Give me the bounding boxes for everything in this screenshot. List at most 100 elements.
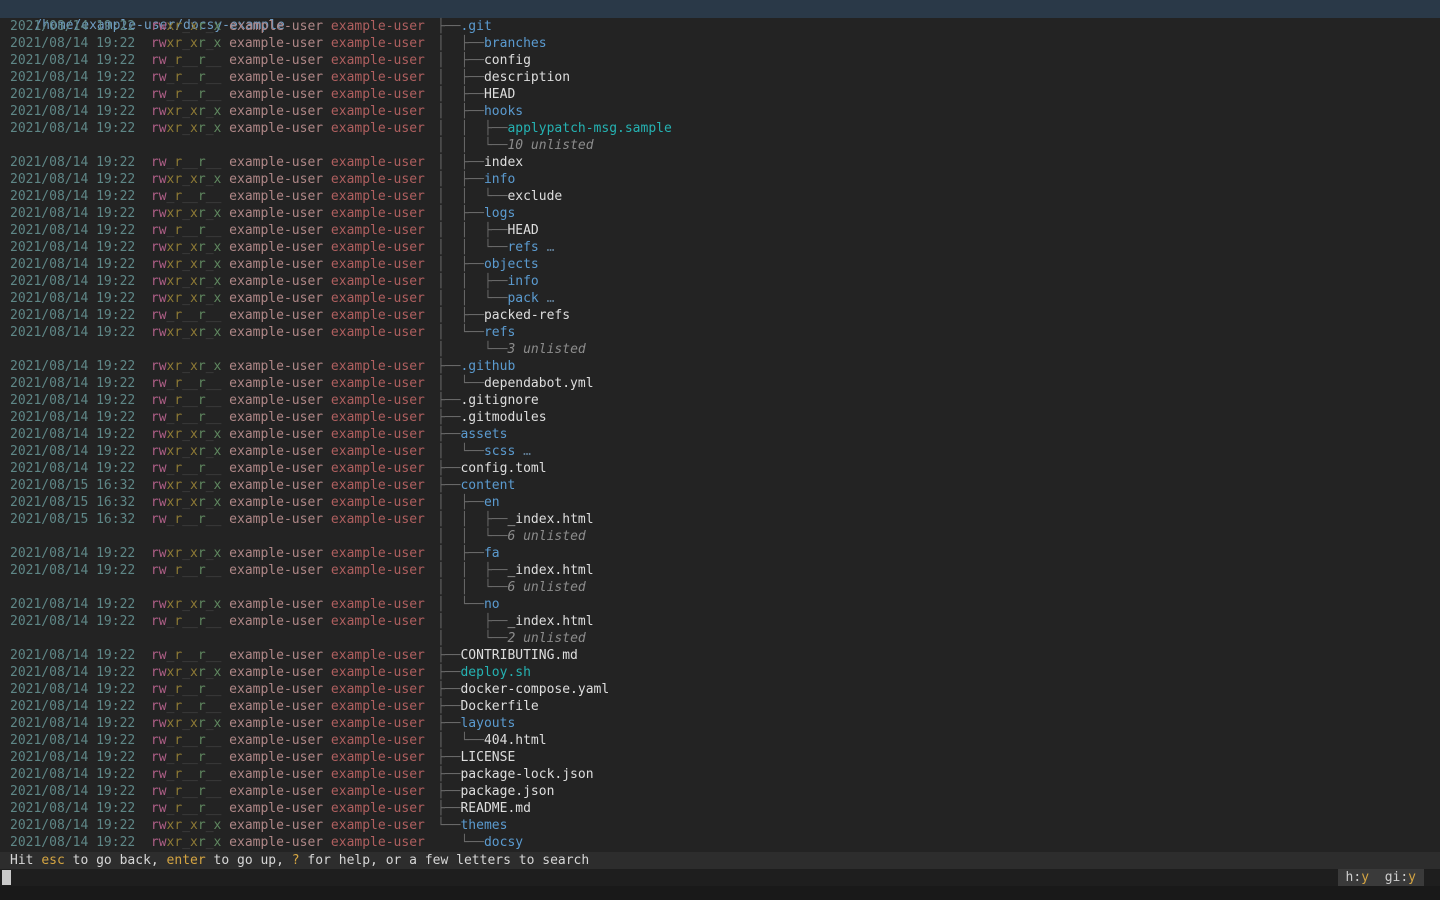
perm-char: _ bbox=[190, 614, 198, 629]
dir-name[interactable]: assets bbox=[460, 427, 507, 442]
perm-char: w bbox=[159, 308, 167, 323]
perm-char: x bbox=[214, 291, 222, 306]
tree-row: 2021/08/14 19:22 rw_r__r__ example-user … bbox=[0, 783, 1440, 800]
perm-char: r bbox=[198, 121, 206, 136]
dir-name[interactable]: info bbox=[484, 172, 515, 187]
dir-name[interactable]: no bbox=[484, 597, 500, 612]
perm-char: w bbox=[159, 546, 167, 561]
file-name[interactable]: HEAD bbox=[507, 223, 538, 238]
modified-date: 2021/08/14 19:22 bbox=[10, 36, 135, 51]
group-name: example-user bbox=[331, 172, 425, 187]
file-name[interactable]: LICENSE bbox=[460, 750, 515, 765]
search-input-line[interactable]: h:y gi:y bbox=[0, 869, 1440, 886]
file-name[interactable]: index bbox=[484, 155, 523, 170]
perm-char: r bbox=[198, 376, 206, 391]
dir-name[interactable]: .git bbox=[460, 19, 491, 34]
perm-char: r bbox=[151, 410, 159, 425]
status-bar: Hit esc to go back, enter to go up, ? fo… bbox=[0, 852, 1440, 869]
dir-name[interactable]: objects bbox=[484, 257, 539, 272]
modified-date: 2021/08/14 19:22 bbox=[10, 121, 135, 136]
perm-char: _ bbox=[206, 87, 214, 102]
modified-date: 2021/08/14 19:22 bbox=[10, 716, 135, 731]
dir-name[interactable]: hooks bbox=[484, 104, 523, 119]
permissions: rwxr_xr_x bbox=[151, 818, 221, 833]
file-name[interactable]: docker-compose.yaml bbox=[460, 682, 609, 697]
dir-name[interactable]: logs bbox=[484, 206, 515, 221]
perm-char: r bbox=[151, 206, 159, 221]
dir-name[interactable]: themes bbox=[460, 818, 507, 833]
owner-name: example-user bbox=[229, 699, 323, 714]
file-metadata: 2021/08/14 19:22 rw_r__r__ example-user … bbox=[10, 154, 437, 171]
modified-date: 2021/08/14 19:22 bbox=[10, 818, 135, 833]
file-name[interactable]: config.toml bbox=[460, 461, 546, 476]
file-name[interactable]: packed-refs bbox=[484, 308, 570, 323]
perm-char: x bbox=[214, 104, 222, 119]
file-metadata: 2021/08/15 16:32 rwxr_xr_x example-user … bbox=[10, 494, 437, 511]
perm-char: _ bbox=[206, 189, 214, 204]
perm-char: _ bbox=[206, 291, 214, 306]
dir-name[interactable]: content bbox=[460, 478, 515, 493]
status-text: for help, or a few letters to search bbox=[300, 853, 590, 868]
file-name[interactable]: config bbox=[484, 53, 531, 68]
permissions: rw_r__r__ bbox=[151, 70, 221, 85]
perm-char: r bbox=[198, 274, 206, 289]
dir-name[interactable]: info bbox=[507, 274, 538, 289]
tree-branch-lines: ├── bbox=[437, 750, 460, 765]
file-name[interactable]: _index.html bbox=[507, 512, 593, 527]
file-name[interactable]: dependabot.yml bbox=[484, 376, 594, 391]
hint-value: y bbox=[1408, 870, 1416, 885]
dir-name[interactable]: fa bbox=[484, 546, 500, 561]
perm-char: _ bbox=[206, 818, 214, 833]
file-name[interactable]: README.md bbox=[460, 801, 530, 816]
perm-char: w bbox=[159, 512, 167, 527]
perm-char: _ bbox=[190, 410, 198, 425]
dir-name[interactable]: en bbox=[484, 495, 500, 510]
tree-row: 2021/08/14 19:22 rw_r__r__ example-user … bbox=[0, 613, 1440, 630]
file-metadata: 2021/08/14 19:22 rw_r__r__ example-user … bbox=[10, 52, 437, 69]
perm-char: w bbox=[159, 206, 167, 221]
file-name[interactable]: package.json bbox=[460, 784, 554, 799]
file-metadata: 2021/08/14 19:22 rwxr_xr_x example-user … bbox=[10, 596, 437, 613]
perm-char: _ bbox=[182, 376, 190, 391]
file-name[interactable]: deploy.sh bbox=[460, 665, 530, 680]
file-name[interactable]: description bbox=[484, 70, 570, 85]
file-name[interactable]: exclude bbox=[507, 189, 562, 204]
dir-name[interactable]: docsy bbox=[484, 835, 523, 850]
tree-row: 2021/08/14 19:22 rwxr_xr_x example-user … bbox=[0, 120, 1440, 137]
file-name[interactable]: applypatch-msg.sample bbox=[507, 121, 671, 136]
file-name[interactable]: package-lock.json bbox=[460, 767, 593, 782]
perm-char: _ bbox=[182, 291, 190, 306]
group-name: example-user bbox=[331, 240, 425, 255]
dir-name[interactable]: .github bbox=[460, 359, 515, 374]
file-tree-panel: 2021/08/14 19:22 rwxr_xr_x example-user … bbox=[0, 18, 1440, 851]
dir-name[interactable]: refs bbox=[507, 240, 538, 255]
dir-name[interactable]: layouts bbox=[460, 716, 515, 731]
tree-row: │ │ └──6 unlisted bbox=[0, 528, 1440, 545]
dir-name[interactable]: scss bbox=[484, 444, 515, 459]
truncated-ellipsis: … bbox=[539, 291, 555, 306]
file-name[interactable]: _index.html bbox=[507, 614, 593, 629]
tree-branch-lines: ├── bbox=[437, 478, 460, 493]
group-name: example-user bbox=[331, 750, 425, 765]
file-name[interactable]: HEAD bbox=[484, 87, 515, 102]
file-name[interactable]: .gitmodules bbox=[460, 410, 546, 425]
file-name[interactable]: .gitignore bbox=[460, 393, 538, 408]
perm-char: r bbox=[198, 70, 206, 85]
perm-char: w bbox=[159, 427, 167, 442]
dir-name[interactable]: refs bbox=[484, 325, 515, 340]
file-metadata: 2021/08/14 19:22 rwxr_xr_x example-user … bbox=[10, 715, 437, 732]
root-path-bar[interactable]: /home/example-user/docsy-example bbox=[0, 0, 1440, 18]
modified-date: 2021/08/14 19:22 bbox=[10, 563, 135, 578]
owner-name: example-user bbox=[229, 682, 323, 697]
tree-row: 2021/08/14 19:22 rwxr_xr_x example-user … bbox=[0, 239, 1440, 256]
file-name[interactable]: _index.html bbox=[507, 563, 593, 578]
perm-char: _ bbox=[206, 325, 214, 340]
dir-name[interactable]: pack bbox=[507, 291, 538, 306]
dir-name[interactable]: branches bbox=[484, 36, 547, 51]
modified-date: 2021/08/14 19:22 bbox=[10, 733, 135, 748]
file-name[interactable]: 404.html bbox=[484, 733, 547, 748]
file-name[interactable]: CONTRIBUTING.md bbox=[460, 648, 577, 663]
perm-char: _ bbox=[206, 495, 214, 510]
perm-char: x bbox=[190, 665, 198, 680]
file-name[interactable]: Dockerfile bbox=[460, 699, 538, 714]
